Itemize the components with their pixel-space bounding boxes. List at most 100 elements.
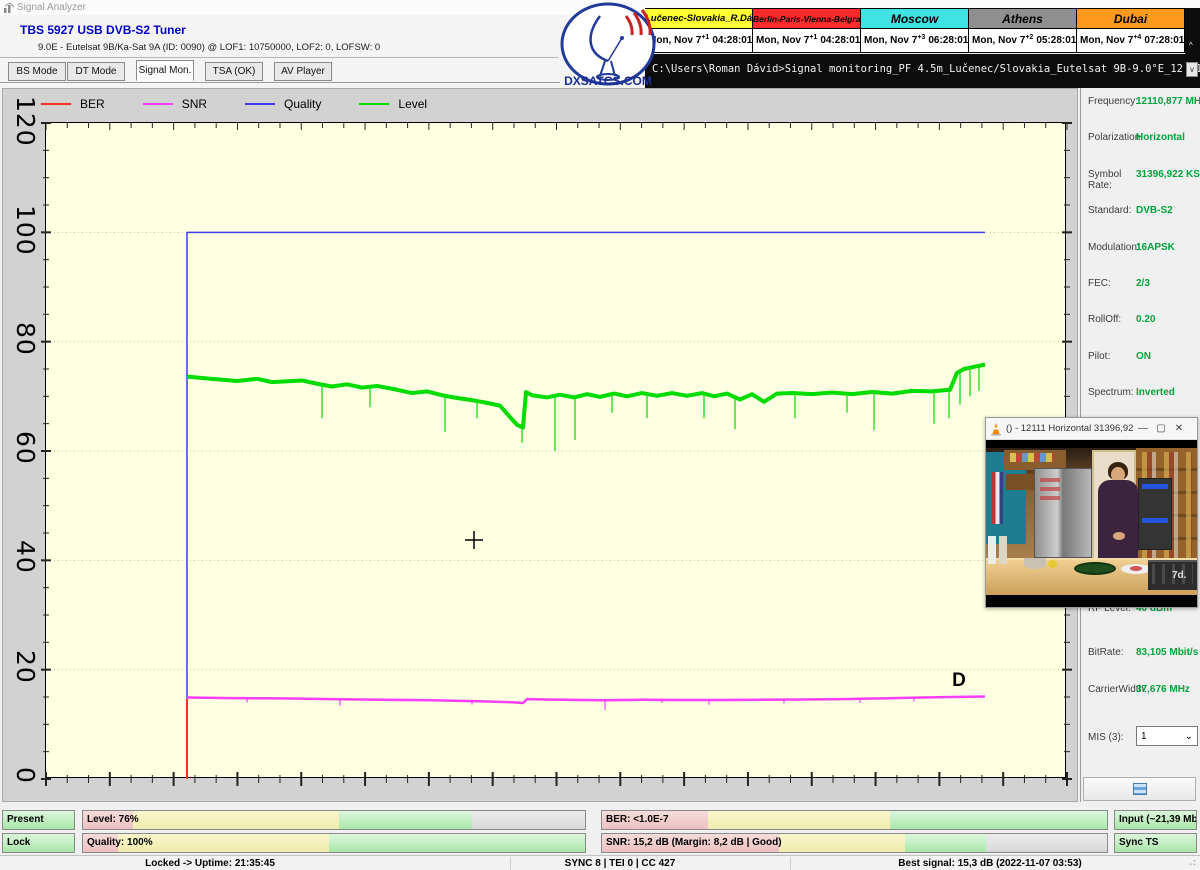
clock-date: Mon, Nov 7 [864, 35, 917, 46]
clock-cell: Lučenec-Slovakia_R.Dávid Mon, Nov 7 +1 0… [645, 8, 753, 53]
parameter-value: 16APSK [1136, 242, 1175, 256]
plate-green [1074, 562, 1116, 575]
clock-date: Mon, Nov 7 [972, 35, 1025, 46]
chef-hands [1113, 532, 1125, 540]
parameter-row: RollOff: 0.20 [1081, 314, 1200, 328]
parameter-label: Symbol Rate: [1088, 169, 1136, 183]
maximize-button[interactable]: ▢ [1152, 423, 1170, 434]
video-window-titlebar[interactable]: () - 12111 Horizontal 31396,92... — ▢ ✕ [986, 418, 1197, 440]
window-title: Signal Analyzer [17, 2, 86, 13]
bowl [1024, 558, 1046, 569]
parameter-label: Spectrum: [1088, 387, 1136, 401]
parameter-row: FEC: 2/3 [1081, 278, 1200, 292]
video-player-window: () - 12111 Horizontal 31396,92... — ▢ ✕ [985, 417, 1198, 608]
tab[interactable]: AV Player [274, 62, 332, 81]
clock-time: Mon, Nov 7 +1 04:28:01 [753, 29, 860, 52]
bottles [988, 536, 1010, 564]
snr-bar: SNR: 15,2 dB (Margin: 8,2 dB | Good) [601, 833, 1108, 853]
tab-bar: BS ModeDT Mode Signal Mon. TSA (OK) AV Play… [8, 62, 332, 81]
tab[interactable]: TSA (OK) [205, 62, 263, 81]
tab-bar-underline [0, 82, 560, 83]
legend-line-swatch [143, 103, 173, 105]
y-axis-tick-label: 60 [11, 431, 40, 465]
clock-date: Mon, Nov 7 [1080, 35, 1133, 46]
uptime-status: Locked -> Uptime: 21:35:45 [0, 858, 420, 869]
legend-label: SNR [182, 97, 207, 111]
parameter-label: RollOff: [1088, 314, 1136, 328]
sync-status: SYNC 8 | TEI 0 | CC 427 [510, 858, 730, 869]
input-bar: Input (~21,39 Mbps) [1114, 810, 1197, 830]
bar-label: Sync TS [1119, 837, 1158, 848]
quality-bar: Quality: 100% [82, 833, 586, 853]
scroll-up-icon[interactable]: ^ [1189, 41, 1193, 50]
command-prompt-title: C:\Users\Roman Dávid>Signal monitoring_P… [652, 63, 1200, 75]
tab[interactable]: DT Mode [67, 62, 125, 81]
svg-text:DXSATCS.COM: DXSATCS.COM [564, 74, 652, 88]
clock-time: Mon, Nov 7 +3 06:28:01 [861, 29, 968, 52]
bar-label: Lock [7, 837, 30, 848]
sync-ts-bar: Sync TS [1114, 833, 1197, 853]
minimize-button[interactable]: — [1134, 423, 1152, 434]
bar-segment-yellow [779, 834, 905, 852]
bar-segment-yellow [133, 811, 339, 829]
lock-bar: Lock [2, 833, 75, 853]
clock-utc-offset: +1 [701, 34, 709, 41]
best-signal-status: Best signal: 15,3 dB (2022-11-07 03:53) [790, 858, 1190, 869]
clock-cell: Athens Mon, Nov 7 +2 05:28:01 [969, 8, 1077, 53]
parameter-row: Pilot: ON [1081, 351, 1200, 365]
parameter-value: 2/3 [1136, 278, 1150, 292]
bar-segment-gray [986, 834, 1107, 852]
y-axis-tick-label: 0 [11, 767, 40, 784]
tuner-name: TBS 5927 USB DVB-S2 Tuner [20, 23, 186, 37]
bar-label: Input (~21,39 Mbps) [1119, 814, 1197, 825]
command-prompt-titlebar: C:\Users\Roman Dávid>Signal monitoring_P… [645, 54, 1200, 88]
y-axis-tick-label: 20 [11, 650, 40, 684]
dxsatcs-logo: DXSATCS.COM [558, 2, 658, 90]
clock-hms: 04:28:01 [712, 35, 752, 46]
legend-item: BER [41, 97, 105, 111]
clock-utc-offset: +4 [1133, 34, 1141, 41]
legend-line-swatch [245, 103, 275, 105]
video-frame[interactable]: 7d. [986, 440, 1197, 607]
parameter-row: Standard: DVB-S2 [1081, 205, 1200, 219]
jars-left [1010, 453, 1054, 462]
resize-grip[interactable]: .: [1190, 857, 1198, 867]
channel-watermark: 7d. [1172, 570, 1186, 581]
parameter-row-carrierwidth: CarrierWidth: 37,676 MHz [1081, 684, 1200, 695]
parameter-value: DVB-S2 [1136, 205, 1173, 219]
clock-date: Mon, Nov 7 [756, 35, 809, 46]
list-icon [1133, 783, 1147, 795]
oven-display [1142, 484, 1168, 489]
parameter-label: Pilot: [1088, 351, 1136, 365]
y-axis-tick-label: 120 [11, 96, 40, 147]
clock-hms: 04:28:01 [820, 35, 860, 46]
parameter-label: FEC: [1088, 278, 1136, 292]
tuner-info: 9.0E - Eutelsat 9B/Ka-Sat 9A (ID: 0090) … [38, 42, 380, 53]
y-axis-tick-label: 100 [11, 205, 40, 256]
legend-label: Level [398, 97, 427, 111]
tab[interactable]: Signal Mon. [136, 60, 194, 81]
clock-cell: Dubai Mon, Nov 7 +4 07:28:01 [1077, 8, 1185, 53]
legend-line-swatch [359, 103, 389, 105]
clock-time: Mon, Nov 7 +4 07:28:01 [1077, 29, 1184, 52]
svg-text:D: D [952, 670, 966, 691]
mis-select[interactable]: 1 ⌄ [1136, 726, 1198, 746]
legend-label: BER [80, 97, 105, 111]
y-axis-tick-label: 80 [11, 322, 40, 356]
legend-label: Quality [284, 97, 321, 111]
fridge-magnets [1040, 478, 1060, 504]
clock-hms: 05:28:01 [1036, 35, 1076, 46]
bar-label: Level: 76% [87, 814, 139, 825]
letterbox-bottom [986, 595, 1197, 607]
chart-legend: BER SNR Quality Level [41, 97, 465, 111]
clock-utc-offset: +1 [809, 34, 817, 41]
close-button[interactable]: ✕ [1170, 423, 1188, 434]
chevron-down-icon[interactable]: v [1186, 62, 1198, 77]
parameter-value: 12110,877 MHz [1136, 96, 1200, 110]
signal-plot[interactable]: D [45, 122, 1066, 778]
parameter-value: 0.20 [1136, 314, 1155, 328]
service-list-button[interactable] [1083, 777, 1196, 801]
tab[interactable]: BS Mode [8, 62, 66, 81]
clock-time: Mon, Nov 7 +2 05:28:01 [969, 29, 1076, 52]
world-clocks: Lučenec-Slovakia_R.Dávid Mon, Nov 7 +1 0… [645, 8, 1185, 53]
